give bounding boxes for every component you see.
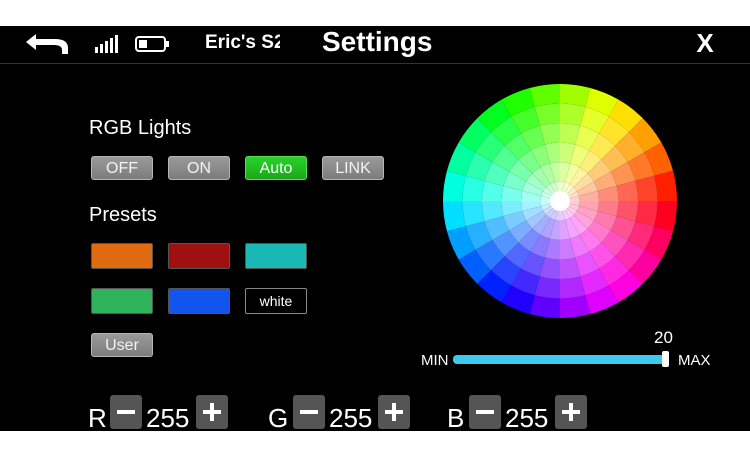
r-increment-button[interactable]	[196, 395, 228, 429]
wheel-segment	[560, 295, 591, 318]
on-button[interactable]: ON	[168, 156, 230, 180]
g-increment-button[interactable]	[378, 395, 410, 429]
b-decrement-button[interactable]	[469, 395, 501, 429]
auto-button[interactable]: Auto	[245, 156, 307, 180]
r-decrement-button[interactable]	[110, 395, 142, 429]
back-button[interactable]	[24, 30, 70, 58]
preset-red[interactable]	[168, 243, 230, 269]
preset-green[interactable]	[91, 288, 153, 314]
wheel-segment	[529, 295, 560, 318]
page-title: Settings	[322, 26, 433, 57]
minus-icon	[476, 410, 494, 414]
slider-min-label: MIN	[421, 352, 449, 369]
g-label: G	[268, 403, 289, 431]
preset-orange[interactable]	[91, 243, 153, 269]
presets-label: Presets	[89, 204, 157, 226]
signal-icon	[95, 32, 123, 54]
device-name: Eric's S20	[205, 32, 280, 53]
minus-icon	[300, 410, 318, 414]
wheel-center	[550, 191, 570, 211]
preset-white[interactable]: white	[245, 288, 307, 314]
slider-handle[interactable]	[662, 351, 669, 367]
link-button[interactable]: LINK	[322, 156, 384, 180]
rgb-lights-label: RGB Lights	[89, 117, 192, 139]
user-preset-button[interactable]: User	[91, 333, 153, 357]
r-value: 255	[146, 403, 190, 431]
wheel-segment	[529, 84, 560, 107]
wheel-segment	[560, 84, 591, 107]
brightness-value: 20	[654, 328, 673, 347]
slider-max-label: MAX	[678, 352, 711, 369]
g-decrement-button[interactable]	[293, 395, 325, 429]
preset-blue[interactable]	[168, 288, 230, 314]
top-bar: Eric's S20 Settings X	[0, 26, 750, 64]
g-value: 255	[329, 403, 373, 431]
brightness-slider[interactable]	[453, 351, 669, 367]
battery-icon	[135, 35, 171, 53]
settings-screen: Eric's S20 Settings X RGB Lights OFF ON …	[0, 26, 750, 431]
back-arrow-icon	[26, 34, 68, 54]
r-label: R	[88, 403, 107, 431]
b-value: 255	[505, 403, 549, 431]
off-button[interactable]: OFF	[91, 156, 153, 180]
b-increment-button[interactable]	[555, 395, 587, 429]
wheel-segment	[654, 170, 677, 201]
wheel-segment	[443, 170, 466, 201]
close-button[interactable]: X	[688, 26, 722, 60]
minus-icon	[117, 410, 135, 414]
color-wheel[interactable]	[443, 84, 677, 318]
b-label: B	[447, 403, 465, 431]
preset-teal[interactable]	[245, 243, 307, 269]
wheel-segment	[443, 201, 466, 232]
wheel-segment	[654, 201, 677, 232]
